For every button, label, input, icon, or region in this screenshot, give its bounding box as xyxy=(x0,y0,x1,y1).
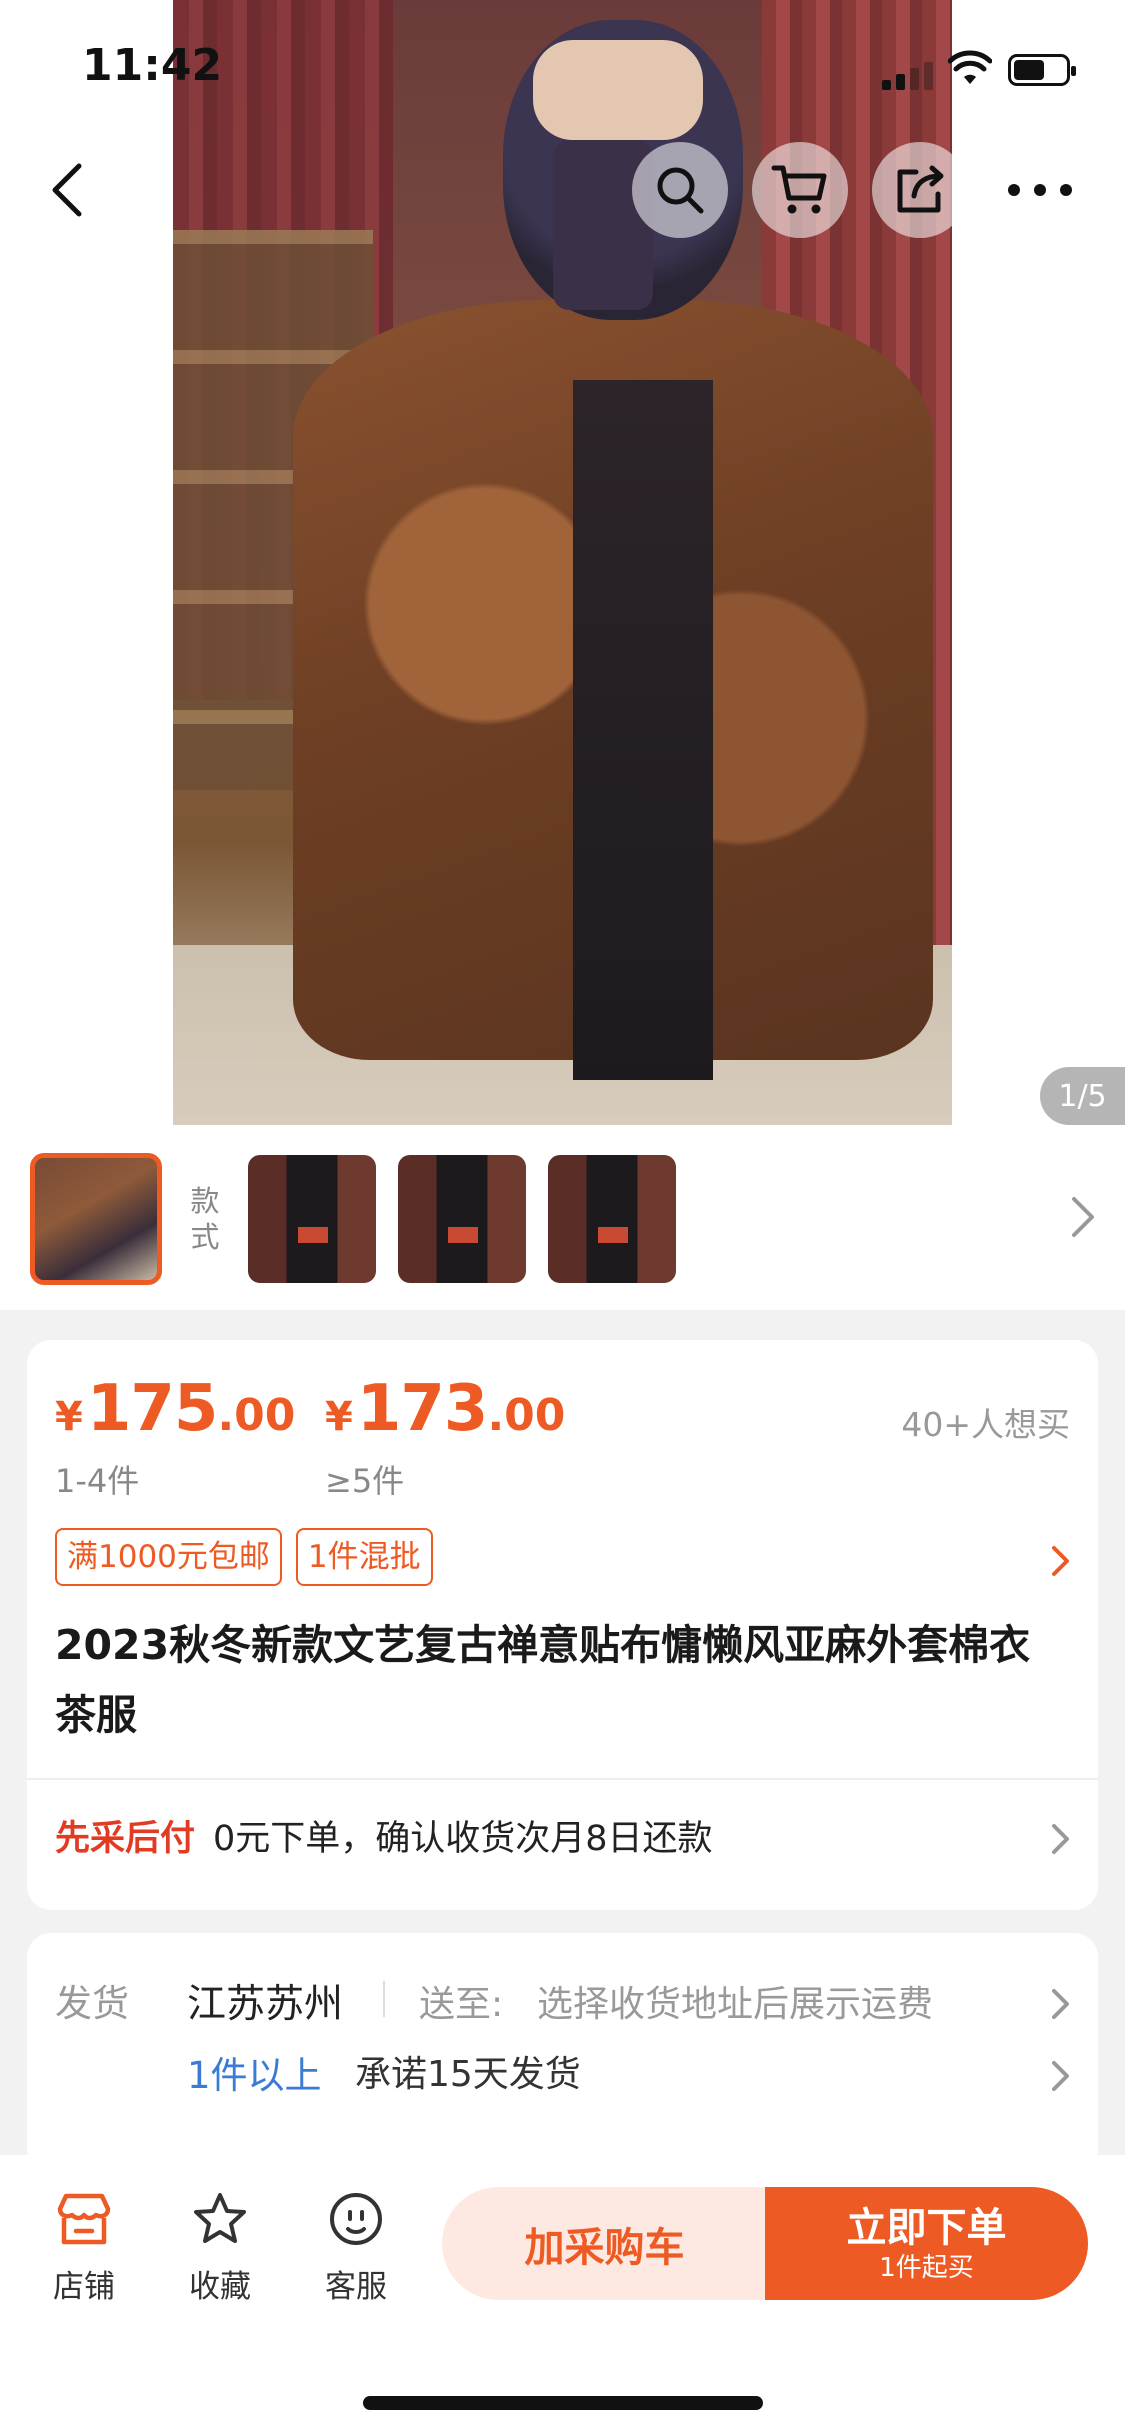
promo-tag: 1件混批 xyxy=(295,1528,433,1586)
product-title: 2023秋冬新款文艺复古禅意贴布慵懒风亚麻外套棉衣茶服 xyxy=(55,1621,1031,1739)
product-detail-page: 1/5 11:42 款式 ¥ 175 .00 1-4件 ¥ 173 .00 ≥5… xyxy=(0,0,1125,2436)
price-integer: 173 xyxy=(356,1372,489,1446)
style-label: 款式 xyxy=(190,1184,220,1254)
style-option[interactable] xyxy=(398,1155,526,1283)
price-tier-qty: 1-4件 xyxy=(55,1462,140,1500)
shipping-origin: 江苏苏州 xyxy=(187,1982,344,2027)
wifi-icon xyxy=(948,50,992,84)
store-button[interactable]: 店铺 xyxy=(34,2191,134,2306)
battery-icon xyxy=(1008,54,1076,86)
promo-tags[interactable]: 满1000元包邮 1件混批 xyxy=(55,1528,433,1586)
chevron-right-icon[interactable] xyxy=(1050,1987,1072,2021)
shipping-card: 发货 江苏苏州 送至: 选择收货地址后展示运费 1件以上 承诺15天发货 xyxy=(27,1933,1098,2173)
cellular-signal-icon xyxy=(882,60,934,90)
currency-symbol: ¥ xyxy=(325,1394,353,1440)
price-tier-qty: ≥5件 xyxy=(325,1462,405,1500)
price-integer: 175 xyxy=(86,1372,219,1446)
home-indicator xyxy=(363,2396,763,2410)
chevron-right-icon[interactable] xyxy=(1068,1195,1098,1239)
service-label: 客服 xyxy=(325,2269,387,2305)
status-time: 11:42 xyxy=(82,40,223,91)
share-icon xyxy=(897,165,944,213)
search-icon xyxy=(657,167,704,214)
divider xyxy=(27,1778,1098,1780)
search-button[interactable] xyxy=(632,142,728,238)
store-icon xyxy=(57,2193,111,2245)
ship-to-label: 送至: xyxy=(419,1984,504,2025)
chevron-right-icon[interactable] xyxy=(1050,2059,1072,2093)
chevron-left-icon xyxy=(52,163,82,217)
chevron-right-icon[interactable] xyxy=(1050,1822,1072,1856)
favorite-button[interactable]: 收藏 xyxy=(170,2191,270,2306)
price-decimal: .00 xyxy=(487,1390,566,1441)
style-option[interactable] xyxy=(548,1155,676,1283)
price-card: ¥ 175 .00 1-4件 ¥ 173 .00 ≥5件 40+人想买 满100… xyxy=(27,1340,1098,1910)
promo-tag: 满1000元包邮 xyxy=(55,1528,282,1586)
currency-symbol: ¥ xyxy=(55,1394,83,1440)
more-menu-icon[interactable] xyxy=(990,150,1090,230)
ship-to-value[interactable]: 选择收货地址后展示运费 xyxy=(537,1975,933,2027)
buy-now-label: 立即下单 xyxy=(846,2204,1007,2251)
shipping-promise: 承诺15天发货 xyxy=(355,2054,581,2095)
share-button[interactable] xyxy=(872,142,968,238)
add-to-cart-button[interactable]: 加采购车 xyxy=(442,2187,767,2300)
bottom-action-bar: 店铺 收藏 客服 加采购车 立即下单 1件起买 xyxy=(0,2155,1125,2436)
divider xyxy=(383,1981,385,2017)
buy-now-sublabel: 1件起买 xyxy=(879,2252,974,2283)
thumbnail-main[interactable] xyxy=(30,1153,162,1285)
pay-later-row[interactable]: 先采后付 0元下单，确认收货次月8日还款 xyxy=(55,1810,713,1861)
back-button[interactable] xyxy=(36,150,96,230)
image-pager: 1/5 xyxy=(1040,1067,1125,1125)
want-count: 40+人想买 xyxy=(901,1405,1070,1444)
status-bar: 11:42 xyxy=(0,0,1125,130)
customer-service-button[interactable]: 客服 xyxy=(306,2191,406,2306)
cart-icon xyxy=(771,165,827,214)
shipping-label: 发货 xyxy=(55,1982,129,2025)
chevron-right-icon[interactable] xyxy=(1050,1544,1072,1578)
star-icon xyxy=(194,2193,246,2243)
shipping-min-qty: 1件以上 xyxy=(187,2054,322,2097)
cart-button[interactable] xyxy=(752,142,848,238)
pay-later-text: 0元下单，确认收货次月8日还款 xyxy=(213,1819,713,1859)
chat-face-icon xyxy=(330,2193,382,2245)
price-tier: ¥ 173 .00 ≥5件 xyxy=(325,1372,565,1502)
buy-now-button[interactable]: 立即下单 1件起买 xyxy=(765,2187,1088,2300)
price-tier: ¥ 175 .00 1-4件 xyxy=(55,1372,295,1502)
style-option[interactable] xyxy=(248,1155,376,1283)
store-label: 店铺 xyxy=(53,2269,115,2305)
pay-later-tag: 先采后付 xyxy=(55,1819,196,1859)
style-selector: 款式 xyxy=(0,1125,1125,1310)
favorite-label: 收藏 xyxy=(189,2269,251,2305)
price-decimal: .00 xyxy=(217,1390,296,1441)
